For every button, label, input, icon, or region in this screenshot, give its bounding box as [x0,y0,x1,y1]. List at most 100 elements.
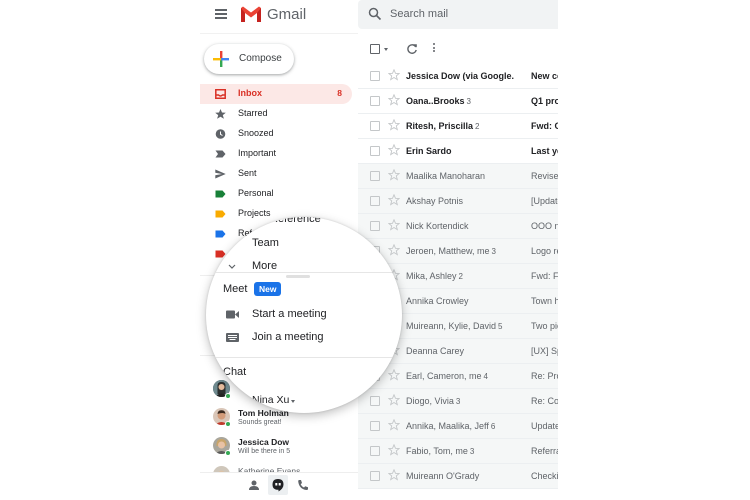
star-icon[interactable] [388,94,400,106]
sidebar-item-more[interactable]: More [252,260,277,272]
sender-name: Oana..Brooks [406,96,465,106]
email-subject: Re: Pro [531,371,558,381]
email-sender: Jeroen, Matthew, me 3 [406,246,496,256]
select-all-checkbox[interactable] [370,44,380,54]
email-sender: Annika, Maalika, Jeff 6 [406,421,495,431]
start-meeting-button[interactable]: Start a meeting [252,308,327,320]
thread-count: 3 [469,447,475,456]
meet-section-title: Meet [223,283,248,295]
status-dropdown-caret-icon[interactable] [291,400,295,403]
email-row[interactable]: Muireann O'Grady Checkin [358,464,558,489]
sender-name: Deanna Carey [406,346,465,356]
magnifier-callout: Reference Team More Meet New Start a mee… [206,217,402,413]
sender-name: Annika Crowley [406,296,469,306]
sender-name: Jeroen, Matthew, me [406,246,490,256]
star-icon[interactable] [388,194,400,206]
thread-count: 2 [475,122,480,131]
star-icon[interactable] [388,119,400,131]
send-icon [215,169,226,179]
contacts-tab[interactable] [244,475,264,495]
star-icon [215,109,226,119]
email-checkbox[interactable] [370,196,380,206]
star-icon[interactable] [388,419,400,431]
email-subject: New co [531,71,558,81]
search-placeholder: Search mail [390,8,449,20]
select-options-caret-icon[interactable] [384,48,388,51]
sender-name: Mika, Ashley [406,271,457,281]
app-name: Gmail [267,6,307,23]
refresh-icon[interactable] [406,43,418,55]
main-menu-button[interactable] [215,9,227,19]
email-sender: Erin Sardo [406,146,454,156]
star-icon[interactable] [388,169,400,181]
email-row[interactable]: Akshay Potnis [Update [358,189,558,214]
email-checkbox[interactable] [370,171,380,181]
sender-name: Diogo, Vivia [406,396,454,406]
email-row[interactable]: Maalika Manoharan Revised [358,164,558,189]
star-icon[interactable] [388,444,400,456]
email-sender: Fabio, Tom, me 3 [406,446,474,456]
star-icon[interactable] [388,69,400,81]
resize-handle[interactable] [286,275,310,278]
email-checkbox[interactable] [370,71,380,81]
sidebar-item-starred[interactable]: Starred [200,104,352,124]
phone-icon [298,480,308,490]
email-checkbox[interactable] [370,446,380,456]
email-sender: Annika Crowley [406,296,471,306]
current-user-name[interactable]: Nina Xu [252,394,289,406]
email-row[interactable]: Ritesh, Priscilla2 Fwd: Cl [358,114,558,139]
sidebar-item-inbox[interactable]: Inbox 8 [200,84,352,104]
chat-tab[interactable] [268,475,288,495]
sidebar-item-sent[interactable]: Sent [200,164,352,184]
email-row[interactable]: Fabio, Tom, me3 Referra [358,439,558,464]
sender-name: Jessica Dow (via Google. [406,71,515,81]
search-input[interactable]: Search mail [358,0,558,29]
email-checkbox[interactable] [370,471,380,481]
thread-count: 3 [491,247,496,256]
phone-tab[interactable] [293,475,313,495]
sidebar-item-label: Sent [238,168,257,178]
contact-name: Jessica Dow [238,437,290,447]
sender-name: Annika, Maalika, Jeff [406,421,489,431]
email-row[interactable]: Annika, Maalika, Jeff 6 Update [358,414,558,439]
thread-count: 2 [458,272,463,281]
sidebar-item-important[interactable]: Important [200,144,352,164]
email-row[interactable]: Erin Sardo Last ye [358,139,558,164]
more-options-icon[interactable] [432,43,436,55]
star-icon[interactable] [388,469,400,481]
sidebar-item-team-label[interactable]: Team [252,237,279,249]
join-meeting-button[interactable]: Join a meeting [252,331,324,343]
email-row[interactable]: Jessica Dow (via Google. New co [358,64,558,89]
sidebar-item-label: Inbox [238,88,262,98]
chat-contact[interactable]: Jessica Dow Will be there in 5 [200,434,358,463]
email-checkbox[interactable] [370,121,380,131]
email-subject: Logo re [531,246,558,256]
email-subject: Q1 proj [531,96,558,106]
email-checkbox[interactable] [370,96,380,106]
gmail-logo-icon[interactable] [240,5,262,23]
compose-button[interactable]: Compose [204,44,294,74]
sender-name: Ritesh, Priscilla [406,121,474,131]
email-checkbox[interactable] [370,421,380,431]
sidebar-item-personal[interactable]: Personal [200,184,352,204]
compose-label: Compose [239,53,282,64]
email-subject: [UX] Sp [531,346,558,356]
sender-name: Fabio, Tom, me [406,446,468,456]
menu-icon-bar [215,13,227,15]
sidebar-item-snoozed[interactable]: Snoozed [200,124,352,144]
section-divider [206,272,402,273]
search-icon[interactable] [368,7,382,21]
person-icon [249,480,259,490]
email-subject: Fwd: Fe [531,271,558,281]
email-subject: Fwd: Cl [531,121,558,131]
new-badge: New [254,282,282,296]
sidebar-item-reference-label[interactable]: Reference [270,217,321,225]
online-status-icon [225,450,231,456]
star-icon[interactable] [388,144,400,156]
sidebar-item-label: Starred [238,108,268,118]
chat-section-title: Chat [223,366,247,378]
email-row[interactable]: Oana..Brooks3 Q1 proj [358,89,558,114]
email-checkbox[interactable] [370,146,380,156]
chevron-down-icon[interactable] [228,264,236,270]
email-toolbar [358,34,558,64]
